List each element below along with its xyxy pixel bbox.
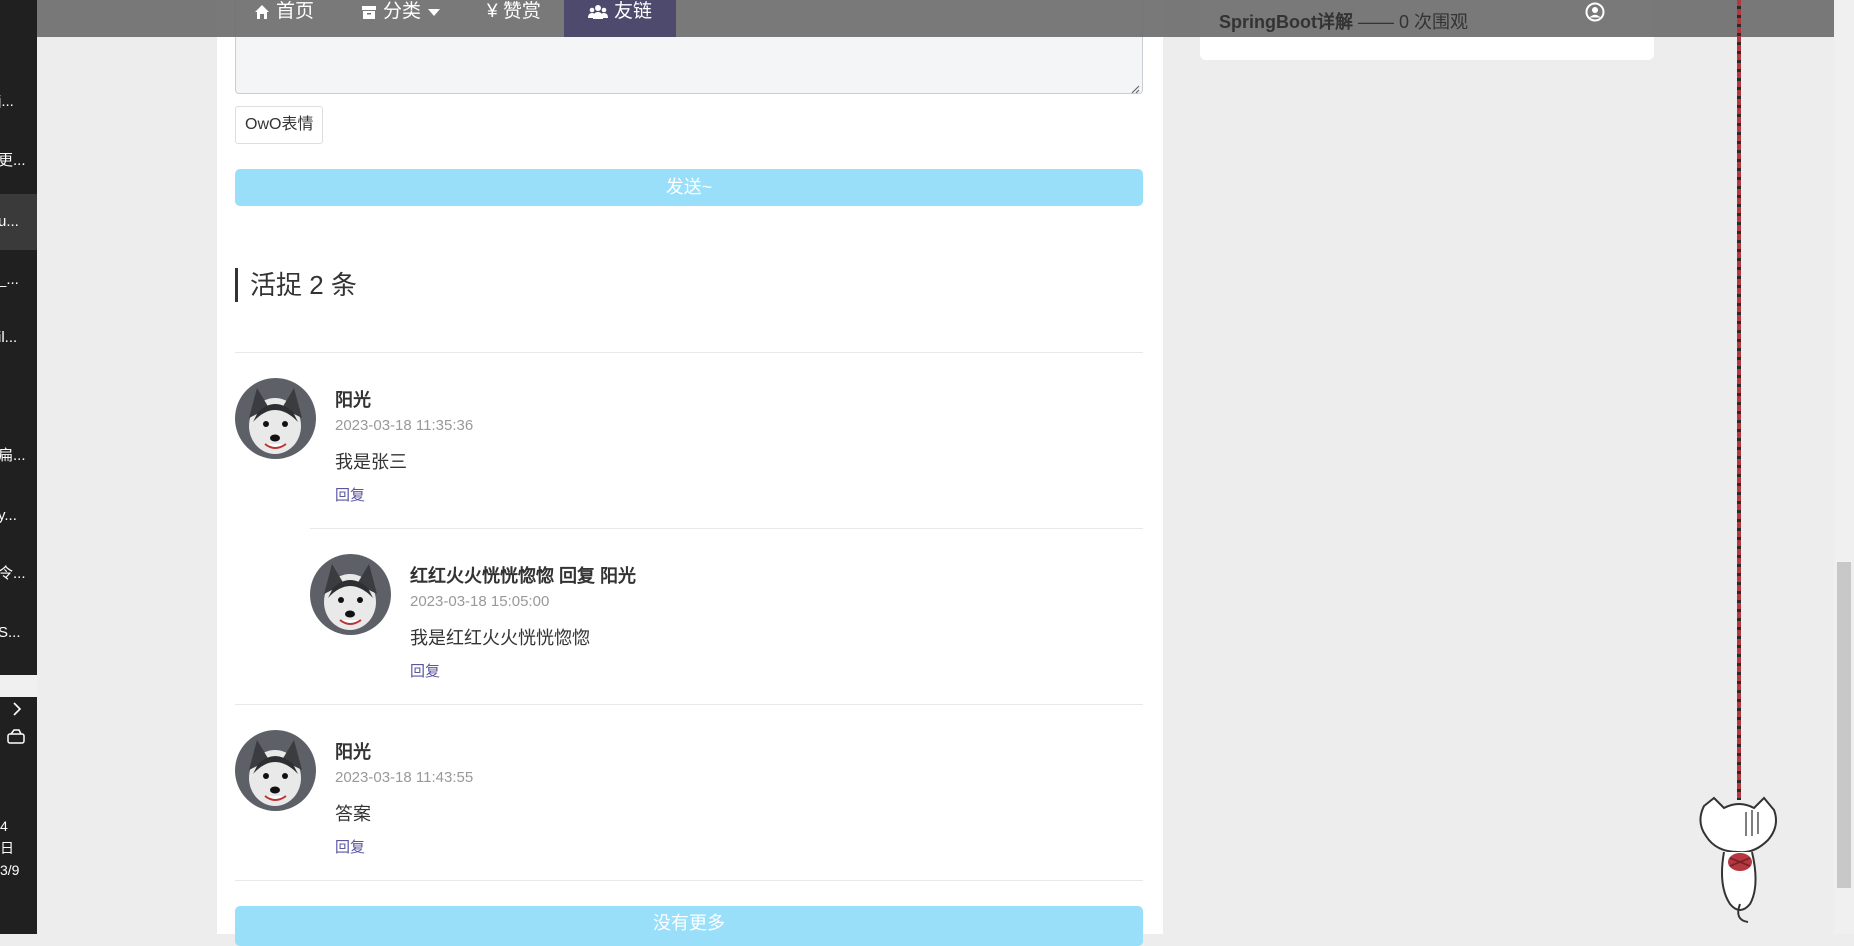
post-views: —— 0 次围观 [1358, 12, 1469, 32]
comment-author: 红红火火恍恍惚惚 回复 阳光 [410, 566, 637, 586]
scrollbar-thumb[interactable] [1837, 562, 1851, 888]
resize-grip-icon[interactable] [1130, 81, 1140, 94]
user-circle-icon[interactable] [1585, 2, 1605, 28]
divider [235, 704, 1143, 705]
divider [235, 880, 1143, 881]
taskbar-gap [0, 675, 37, 697]
comment-time: 2023-03-18 15:05:00 [410, 593, 550, 610]
nav-home[interactable]: 首页 [254, 0, 314, 37]
hanging-cat-icon[interactable] [1694, 796, 1784, 931]
tray-icon[interactable] [6, 728, 26, 750]
nav-category-label: 分类 [383, 1, 422, 22]
load-more-button[interactable]: 没有更多 [235, 906, 1143, 946]
taskbar-item-9[interactable]: 令... [0, 550, 37, 598]
taskbar-item-10[interactable]: S... [0, 609, 37, 657]
reply-link[interactable]: 回复 [335, 836, 365, 857]
users-icon [588, 0, 608, 27]
post-title: SpringBoot详解 [1219, 12, 1353, 32]
reply-link[interactable]: 回复 [335, 484, 365, 505]
divider [235, 352, 1143, 353]
clock-line-1: 4 [0, 818, 8, 834]
taskbar-item-1[interactable]: j... [0, 78, 37, 126]
reply-link[interactable]: 回复 [410, 660, 440, 681]
comment-time: 2023-03-18 11:35:36 [335, 417, 474, 434]
taskbar-item-4[interactable]: _... [0, 256, 37, 304]
nav-home-label: 首页 [276, 1, 315, 22]
page-scrollbar[interactable] [1834, 0, 1854, 934]
nav-category[interactable]: 分类 [361, 0, 441, 37]
nav-friends[interactable]: 友链 [564, 0, 677, 37]
top-navbar: 首页 分类 ¥ 赞赏 友链 SpringBoot详解 —— 0 次围观 [37, 0, 1834, 37]
taskbar-item-3[interactable]: u... [0, 194, 37, 250]
nav-friends-label: 友链 [614, 1, 653, 22]
clock-line-3: 3/9 [0, 862, 20, 878]
owo-emoji-button[interactable]: OwO表情 [235, 106, 324, 144]
comment-author: 阳光 [335, 742, 371, 762]
chevron-right-icon[interactable] [12, 702, 22, 721]
avatar [235, 378, 316, 459]
comment-content: 我是红红火火恍恍惚惚 [410, 628, 590, 648]
comment-author: 阳光 [335, 390, 371, 410]
os-taskbar: j... 更... u... _... il... 扁... y... 令...… [0, 0, 37, 934]
send-button[interactable]: 发送~ [235, 169, 1143, 206]
taskbar-item-8[interactable]: y... [0, 492, 37, 540]
hanging-rope [1737, 0, 1741, 800]
taskbar-item-5[interactable]: il... [0, 314, 37, 362]
taskbar-item-2[interactable]: 更... [0, 137, 37, 185]
nav-donate[interactable]: ¥ 赞赏 [487, 0, 541, 37]
taskbar-clock: 4 日 3/9 [0, 815, 19, 881]
comment-content: 答案 [335, 804, 371, 824]
home-icon [254, 0, 270, 27]
clock-line-2: 日 [0, 840, 14, 856]
avatar [235, 730, 316, 811]
caret-down-icon [427, 0, 441, 25]
comment-content: 我是张三 [335, 452, 407, 472]
taskbar-item-7[interactable]: 扁... [0, 432, 37, 480]
recent-post-title[interactable]: SpringBoot详解 —— 0 次围观 [1219, 8, 1468, 34]
archive-icon [361, 0, 377, 27]
divider [310, 528, 1143, 529]
avatar [310, 554, 391, 635]
comment-time: 2023-03-18 11:43:55 [335, 769, 474, 786]
nav-donate-label: ¥ 赞赏 [487, 1, 541, 22]
comments-count-title: 活捉 2 条 [235, 268, 357, 302]
main-content: OwO表情 发送~ 活捉 2 条 阳光 2023-03-18 11:35:36 … [217, 0, 1163, 946]
